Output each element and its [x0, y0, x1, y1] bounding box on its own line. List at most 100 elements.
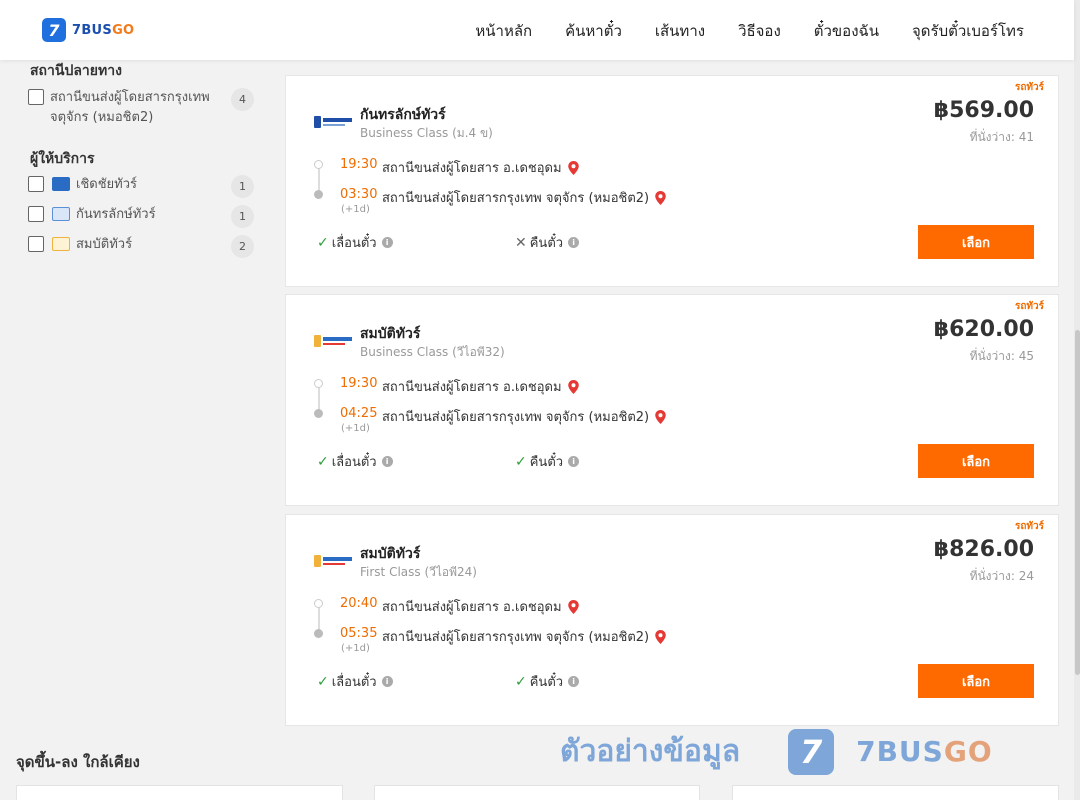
change-ticket-feature: ✓ เลื่อนตั๋ว i	[317, 232, 393, 253]
operator-label: เชิดชัยทัวร์	[76, 177, 138, 192]
nearby-stop-card[interactable]	[374, 785, 700, 800]
ticket-price: ฿826.00	[933, 537, 1034, 562]
operator-label: สมบัติทัวร์	[76, 237, 133, 252]
map-pin-icon[interactable]	[655, 629, 666, 644]
next-day-indicator: (+1d)	[341, 423, 370, 434]
destination-checkbox[interactable]	[28, 89, 44, 105]
map-pin-icon[interactable]	[655, 409, 666, 424]
page-scrollbar[interactable]	[1074, 0, 1080, 800]
nav-home[interactable]: หน้าหลัก	[475, 19, 532, 43]
arrival-stop[interactable]: สถานีขนส่งผู้โดยสารกรุงเทพ จตุจักร (หมอช…	[382, 406, 666, 427]
change-ticket-feature: ✓ เลื่อนตั๋ว i	[317, 451, 393, 472]
operator-filter-item[interactable]: สมบัติทัวร์ 2	[28, 235, 254, 258]
operator-filter-heading: ผู้ให้บริการ	[30, 151, 95, 167]
main-nav: หน้าหลัก ค้นหาตั๋ว เส้นทาง วิธีจอง ตั๋วข…	[442, 19, 1024, 43]
arrival-dot-icon	[314, 409, 323, 418]
watermark-brand: 7BUSGO	[856, 735, 993, 768]
select-trip-button[interactable]: เลือก	[918, 664, 1034, 698]
departure-dot-icon	[314, 599, 323, 608]
check-icon: ✓	[515, 453, 527, 470]
bus-class: Business Class (ม.4 ข)	[360, 126, 493, 140]
destination-count-badge: 4	[231, 88, 254, 111]
sample-data-watermark: ตัวอย่างข้อมูล 7 7BUSGO	[560, 728, 993, 775]
operator-name: สมบัติทัวร์	[360, 326, 421, 342]
check-icon: ✓	[317, 453, 329, 470]
watermark-text: ตัวอย่างข้อมูล	[560, 734, 741, 769]
seats-available: ที่นั่งว่าง: 45	[969, 349, 1034, 363]
info-icon[interactable]: i	[568, 456, 580, 467]
operator-logo-icon	[52, 177, 70, 191]
nav-routes[interactable]: เส้นทาง	[655, 19, 705, 43]
nav-my-tickets[interactable]: ตั๋วของฉัน	[814, 19, 879, 43]
arrival-stop[interactable]: สถานีขนส่งผู้โดยสารกรุงเทพ จตุจักร (หมอช…	[382, 626, 666, 647]
arrival-time: 04:25	[340, 406, 378, 421]
next-day-indicator: (+1d)	[341, 204, 370, 215]
departure-stop[interactable]: สถานีขนส่งผู้โดยสาร อ.เดชอุดม	[382, 596, 579, 617]
departure-stop[interactable]: สถานีขนส่งผู้โดยสาร อ.เดชอุดม	[382, 376, 579, 397]
operator-name: สมบัติทัวร์	[360, 546, 421, 562]
info-icon[interactable]: i	[568, 237, 580, 248]
nav-how-to-book[interactable]: วิธีจอง	[738, 19, 781, 43]
info-icon[interactable]: i	[381, 456, 393, 467]
bus-type-tag: รถทัวร์	[1014, 521, 1044, 532]
change-ticket-feature: ✓ เลื่อนตั๋ว i	[317, 671, 393, 692]
operator-checkbox[interactable]	[28, 206, 44, 222]
ticket-price: ฿569.00	[933, 98, 1034, 123]
select-trip-button[interactable]: เลือก	[918, 225, 1034, 259]
operator-logo-icon	[314, 331, 352, 351]
check-icon: ✓	[317, 673, 329, 690]
destination-label: สถานีขนส่งผู้โดยสารกรุงเทพ จตุจักร (หมอช…	[50, 90, 210, 125]
top-header: 7 7BUSGO หน้าหลัก ค้นหาตั๋ว เส้นทาง วิธี…	[0, 0, 1074, 60]
operator-checkbox[interactable]	[28, 236, 44, 252]
departure-stop[interactable]: สถานีขนส่งผู้โดยสาร อ.เดชอุดม	[382, 157, 579, 178]
arrival-dot-icon	[314, 629, 323, 638]
info-icon[interactable]: i	[568, 676, 580, 687]
departure-time: 20:40	[340, 596, 378, 611]
refund-ticket-feature: ✓ คืนตั๋ว i	[515, 451, 580, 472]
seats-available: ที่นั่งว่าง: 24	[969, 569, 1034, 583]
trip-card-1: รถทัวร์ กันทรลักษ์ทัวร์ Business Class (…	[285, 75, 1059, 287]
check-icon: ✓	[317, 234, 329, 251]
departure-dot-icon	[314, 160, 323, 169]
trip-card-2: รถทัวร์ สมบัติทัวร์ Business Class (วีไอ…	[285, 294, 1059, 506]
check-icon: ✓	[515, 673, 527, 690]
nearby-stop-card[interactable]	[16, 785, 343, 800]
ticket-price: ฿620.00	[933, 317, 1034, 342]
departure-time: 19:30	[340, 376, 378, 391]
operator-count-badge: 1	[231, 175, 254, 198]
map-pin-icon[interactable]	[567, 160, 579, 175]
destination-filter-item[interactable]: สถานีขนส่งผู้โดยสารกรุงเทพ จตุจักร (หมอช…	[28, 88, 254, 128]
scrollbar-thumb[interactable]	[1075, 330, 1080, 675]
bus-class: Business Class (วีไอพี32)	[360, 345, 505, 359]
nearby-stop-card[interactable]	[732, 785, 1059, 800]
logo-mark-icon: 7	[42, 18, 66, 42]
map-pin-icon[interactable]	[567, 379, 579, 394]
bus-type-tag: รถทัวร์	[1014, 82, 1044, 93]
info-icon[interactable]: i	[381, 237, 393, 248]
operator-logo-icon	[314, 112, 352, 132]
info-icon[interactable]: i	[381, 676, 393, 687]
bus-class: First Class (วีไอพี24)	[360, 565, 477, 579]
refund-ticket-feature: ✕ คืนตั๋ว i	[515, 232, 580, 253]
nav-search-ticket[interactable]: ค้นหาตั๋ว	[565, 19, 622, 43]
trip-card-3: รถทัวร์ สมบัติทัวร์ First Class (วีไอพี2…	[285, 514, 1059, 726]
bus-type-tag: รถทัวร์	[1014, 301, 1044, 312]
arrival-dot-icon	[314, 190, 323, 199]
brand-logo[interactable]: 7 7BUSGO	[42, 18, 134, 42]
map-pin-icon[interactable]	[567, 599, 579, 614]
watermark-logo-icon: 7	[788, 728, 835, 775]
arrival-time: 05:35	[340, 626, 378, 641]
nav-ticket-pickup-phone[interactable]: จุดรับตั๋วเบอร์โทร	[912, 19, 1024, 43]
refund-ticket-feature: ✓ คืนตั๋ว i	[515, 671, 580, 692]
arrival-stop[interactable]: สถานีขนส่งผู้โดยสารกรุงเทพ จตุจักร (หมอช…	[382, 187, 666, 208]
destination-filter-heading: สถานีปลายทาง	[30, 63, 122, 79]
operator-checkbox[interactable]	[28, 176, 44, 192]
select-trip-button[interactable]: เลือก	[918, 444, 1034, 478]
operator-count-badge: 2	[231, 235, 254, 258]
operator-filter-item[interactable]: เชิดชัยทัวร์ 1	[28, 175, 254, 198]
map-pin-icon[interactable]	[655, 190, 666, 205]
operator-filter-item[interactable]: กันทรลักษ์ทัวร์ 1	[28, 205, 254, 228]
arrival-time: 03:30	[340, 187, 378, 202]
operator-logo-icon	[52, 207, 70, 221]
operator-label: กันทรลักษ์ทัวร์	[76, 207, 156, 222]
